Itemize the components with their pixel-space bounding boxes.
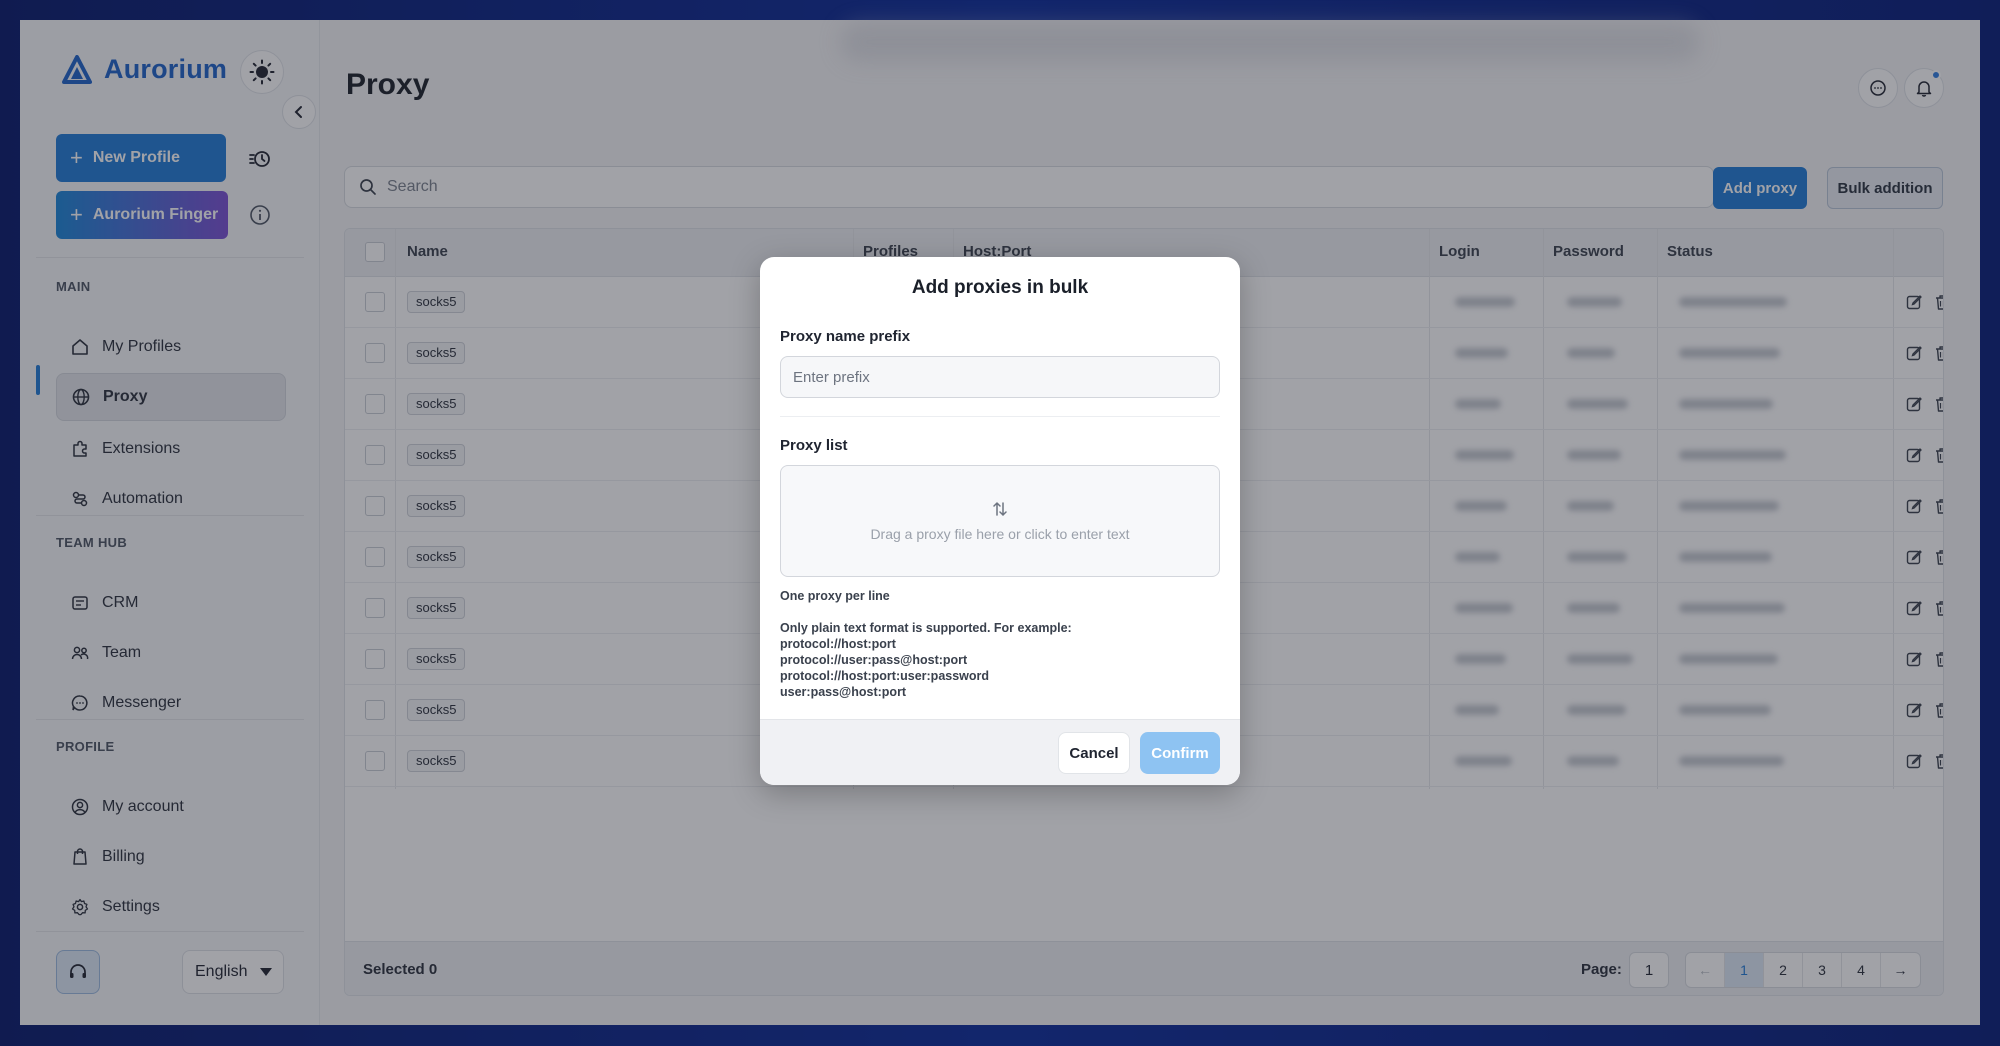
hint-example: protocol://host:port:user:password bbox=[780, 669, 990, 683]
hint-example: user:pass@host:port bbox=[780, 685, 907, 699]
swap-arrows-icon bbox=[993, 501, 1007, 517]
hint-example: protocol://user:pass@host:port bbox=[780, 653, 968, 667]
blurred-region bbox=[840, 22, 1700, 62]
hint-example: protocol://host:port bbox=[780, 637, 896, 651]
prefix-placeholder: Enter prefix bbox=[793, 368, 870, 386]
modal-divider bbox=[780, 416, 1220, 417]
modal-title: Add proxies in bulk bbox=[911, 277, 1089, 298]
proxy-list-label: Proxy list bbox=[780, 437, 848, 454]
hint-per-line: One proxy per line bbox=[780, 589, 890, 603]
modal-footer: Cancel Confirm bbox=[760, 719, 1240, 785]
bulk-add-modal: Add proxies in bulk Proxy name prefix En… bbox=[760, 257, 1240, 785]
confirm-button[interactable]: Confirm bbox=[1140, 732, 1220, 774]
prefix-label: Proxy name prefix bbox=[780, 328, 911, 345]
proxy-file-dropzone[interactable]: Drag a proxy file here or click to enter… bbox=[780, 465, 1220, 577]
dropzone-text: Drag a proxy file here or click to enter… bbox=[870, 526, 1130, 542]
hint-format-title: Only plain text format is supported. For… bbox=[780, 621, 1072, 635]
cancel-button[interactable]: Cancel bbox=[1058, 732, 1130, 774]
prefix-input[interactable]: Enter prefix bbox=[780, 356, 1220, 398]
